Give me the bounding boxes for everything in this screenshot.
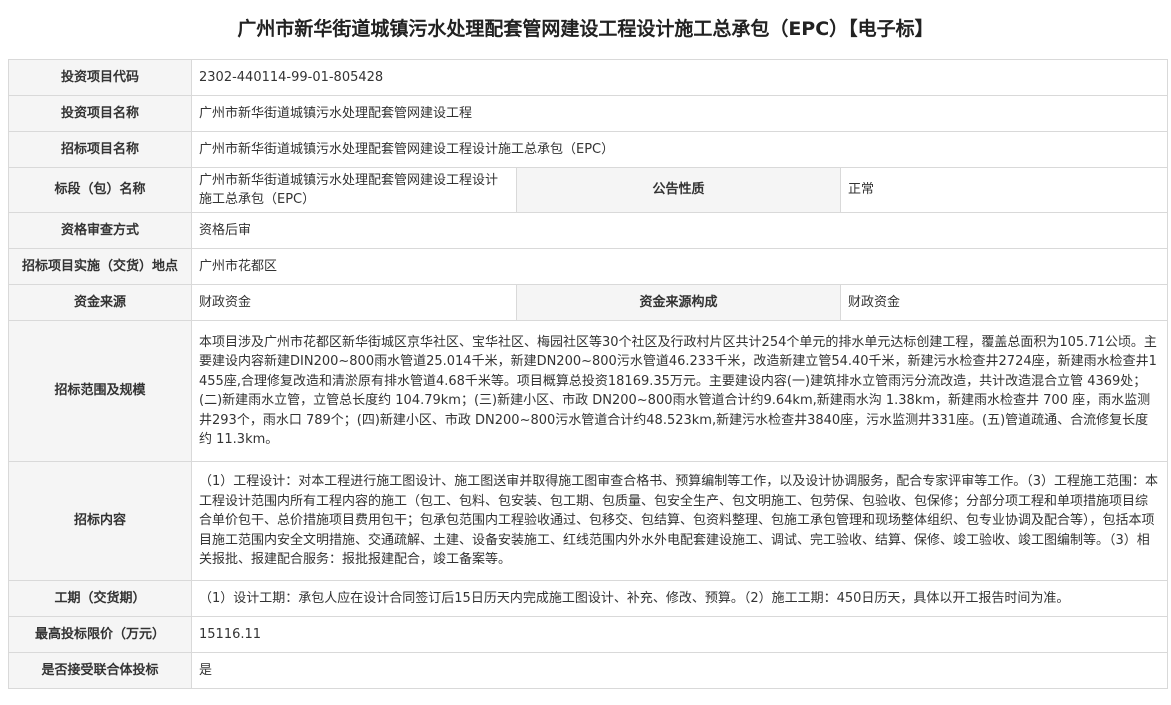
- page-title: 广州市新华街道城镇污水处理配套管网建设工程设计施工总承包（EPC）【电子标】: [237, 18, 934, 40]
- table-row: 资格审查方式 资格后审: [8, 212, 1169, 249]
- joint-bid-label: 是否接受联合体投标: [8, 652, 192, 689]
- table-row: 投资项目代码 2302-440114-99-01-805428: [8, 59, 1169, 96]
- max-price-label: 最高投标限价（万元）: [8, 616, 192, 653]
- section-name-label: 标段（包）名称: [8, 167, 192, 213]
- funding-source-value: 财政资金: [191, 284, 517, 321]
- table-row: 标段（包）名称 广州市新华街道城镇污水处理配套管网建设工程设计施工总承包（EPC…: [8, 167, 1169, 213]
- qualification-label: 资格审查方式: [8, 212, 192, 249]
- duration-value: （1）设计工期：承包人应在设计合同签订后15日历天内完成施工图设计、补充、修改、…: [190, 580, 1169, 617]
- tender-name-value: 广州市新华街道城镇污水处理配套管网建设工程设计施工总承包（EPC）: [190, 131, 1169, 168]
- table-row: 投资项目名称 广州市新华街道城镇污水处理配套管网建设工程: [8, 95, 1169, 132]
- joint-bid-value: 是: [190, 652, 1169, 689]
- table-row: 招标内容 （1）工程设计：对本工程进行施工图设计、施工图送审并取得施工图审查合格…: [8, 461, 1169, 581]
- duration-label: 工期（交货期）: [8, 580, 192, 617]
- project-code-label: 投资项目代码: [8, 59, 192, 96]
- funding-source-label: 资金来源: [8, 284, 192, 321]
- tender-info-table: 投资项目代码 2302-440114-99-01-805428 投资项目名称 广…: [8, 59, 1169, 689]
- table-row: 最高投标限价（万元） 15116.11: [8, 616, 1169, 653]
- project-code-value: 2302-440114-99-01-805428: [190, 59, 1169, 96]
- table-row: 招标项目实施（交货）地点 广州市花都区: [8, 248, 1169, 285]
- content-label: 招标内容: [8, 461, 192, 581]
- table-row: 是否接受联合体投标 是: [8, 652, 1169, 689]
- location-value: 广州市花都区: [190, 248, 1169, 285]
- section-name-text: 广州市新华街道城镇污水处理配套管网建设工程设计施工总承包（EPC）: [199, 172, 499, 208]
- duration-text: （1）设计工期：承包人应在设计合同签订后15日历天内完成施工图设计、补充、修改、…: [199, 590, 1070, 606]
- table-row: 招标项目名称 广州市新华街道城镇污水处理配套管网建设工程设计施工总承包（EPC）: [8, 131, 1169, 168]
- section-name-value: 广州市新华街道城镇污水处理配套管网建设工程设计施工总承包（EPC）: [191, 167, 517, 213]
- announcement-type-value: 正常: [839, 167, 1169, 213]
- funding-composition-value: 财政资金: [839, 284, 1169, 321]
- announcement-type-label: 公告性质: [516, 167, 841, 213]
- tender-name-label: 招标项目名称: [8, 131, 192, 168]
- table-row: 工期（交货期） （1）设计工期：承包人应在设计合同签订后15日历天内完成施工图设…: [8, 580, 1169, 617]
- scope-value: 本项目涉及广州市花都区新华街城区京华社区、宝华社区、梅园社区等30个社区及行政村…: [190, 320, 1169, 462]
- content-text: （1）工程设计：对本工程进行施工图设计、施工图送审并取得施工图审查合格书、预算编…: [199, 474, 1159, 568]
- scope-text: 本项目涉及广州市花都区新华街城区京华社区、宝华社区、梅园社区等30个社区及行政村…: [199, 334, 1157, 448]
- max-price-value: 15116.11: [190, 616, 1169, 653]
- tender-announcement-page: 广州市新华街道城镇污水处理配套管网建设工程设计施工总承包（EPC）【电子标】 投…: [0, 0, 1171, 705]
- content-value: （1）工程设计：对本工程进行施工图设计、施工图送审并取得施工图审查合格书、预算编…: [190, 461, 1169, 581]
- project-name-value: 广州市新华街道城镇污水处理配套管网建设工程: [190, 95, 1169, 132]
- table-row: 招标范围及规模 本项目涉及广州市花都区新华街城区京华社区、宝华社区、梅园社区等3…: [8, 320, 1169, 462]
- location-label: 招标项目实施（交货）地点: [8, 248, 192, 285]
- table-row: 资金来源 财政资金 资金来源构成 财政资金: [8, 284, 1169, 321]
- scope-label: 招标范围及规模: [8, 320, 192, 462]
- qualification-value: 资格后审: [190, 212, 1169, 249]
- funding-composition-label: 资金来源构成: [516, 284, 841, 321]
- project-name-label: 投资项目名称: [8, 95, 192, 132]
